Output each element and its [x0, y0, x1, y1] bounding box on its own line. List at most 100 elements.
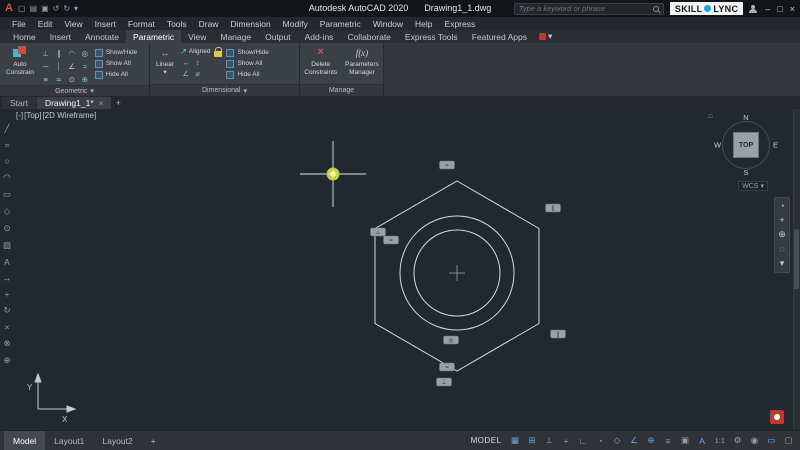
- constraint-badge[interactable]: =: [383, 235, 399, 245]
- viewcube-top-face[interactable]: TOP: [733, 132, 759, 158]
- redo-icon[interactable]: ↻: [63, 4, 70, 13]
- pan-icon[interactable]: +: [779, 215, 784, 225]
- drawing-tab[interactable]: Drawing1_1* ×: [36, 97, 112, 109]
- viewcube-north[interactable]: N: [743, 113, 748, 122]
- qat-dropdown-icon[interactable]: ▾: [74, 4, 78, 13]
- menu-dimension[interactable]: Dimension: [225, 17, 277, 30]
- constraint-collinear-icon[interactable]: ≡: [40, 73, 52, 85]
- zoom-icon[interactable]: ⊕: [778, 229, 786, 240]
- view-control[interactable]: [Top]: [24, 111, 41, 120]
- undo-icon[interactable]: ↺: [53, 4, 60, 13]
- scrollbar-thumb[interactable]: [794, 229, 799, 289]
- lineweight-icon[interactable]: ≡: [661, 434, 676, 448]
- object-snap-tracking-icon[interactable]: ∠: [627, 434, 642, 448]
- constraint-badge[interactable]: ∥: [550, 329, 566, 339]
- auto-constrain-button[interactable]: Auto Constrain: [4, 45, 36, 85]
- lock-icon[interactable]: [214, 47, 223, 57]
- graphics-performance-icon[interactable]: ▭: [764, 434, 779, 448]
- constraint-horizontal-icon[interactable]: ─: [40, 60, 52, 72]
- selection-cycling-icon[interactable]: ▣: [678, 434, 693, 448]
- ellipse-tool-icon[interactable]: ⊙: [3, 223, 10, 234]
- viewport-menu-control[interactable]: [-]: [16, 111, 23, 120]
- vertical-dim-icon[interactable]: ↕: [192, 58, 203, 68]
- help-search[interactable]: [513, 2, 664, 15]
- constraint-vertical-icon[interactable]: │: [53, 60, 65, 72]
- viewcube-home-icon[interactable]: ⌂: [708, 111, 713, 120]
- move-tool-icon[interactable]: +: [5, 289, 10, 299]
- vertical-scrollbar[interactable]: [793, 109, 800, 430]
- constraint-badge[interactable]: ⊥: [436, 377, 452, 387]
- dimensional-show-all-button[interactable]: Show All: [226, 59, 268, 68]
- geometric-panel-label[interactable]: Geometric ▾: [0, 85, 149, 96]
- search-input[interactable]: [518, 4, 650, 13]
- orbit-icon[interactable]: ◌: [779, 244, 784, 254]
- dimensional-panel-label[interactable]: Dimensional ▾: [150, 84, 299, 96]
- new-file-icon[interactable]: ▢: [18, 4, 26, 13]
- dimensional-show-hide-button[interactable]: Show/Hide: [226, 48, 269, 57]
- viewcube-east[interactable]: E: [773, 141, 778, 150]
- menu-format[interactable]: Format: [122, 17, 161, 30]
- open-file-icon[interactable]: ▤: [30, 4, 38, 13]
- tab-featured-apps[interactable]: Featured Apps: [465, 30, 534, 43]
- object-snap-icon[interactable]: ⊕: [644, 434, 659, 448]
- delete-constraints-button[interactable]: × Delete Constraints: [302, 45, 339, 84]
- constraint-badge[interactable]: ⊥: [370, 227, 386, 237]
- menu-draw[interactable]: Draw: [193, 17, 225, 30]
- constraint-badge[interactable]: =: [439, 160, 455, 170]
- tab-annotate[interactable]: Annotate: [78, 30, 126, 43]
- clean-screen-icon[interactable]: ▢: [781, 434, 796, 448]
- polar-tracking-icon[interactable]: ◔: [593, 434, 608, 448]
- viewcube-south[interactable]: S: [743, 168, 748, 177]
- hatch-tool-icon[interactable]: ▨: [3, 240, 11, 251]
- geometric-show-all-button[interactable]: Show All: [94, 59, 137, 68]
- close-button[interactable]: ×: [790, 4, 795, 14]
- geometric-hide-all-button[interactable]: Hide All: [94, 70, 137, 79]
- snap-mode-icon[interactable]: ⊞: [525, 434, 540, 448]
- circle-tool-icon[interactable]: ○: [4, 156, 9, 166]
- constraint-perpendicular-icon[interactable]: ⊥: [40, 47, 52, 59]
- constraint-badge[interactable]: =: [439, 362, 455, 372]
- line-tool-icon[interactable]: ╱: [4, 123, 9, 134]
- search-icon[interactable]: [652, 5, 659, 12]
- model-tab[interactable]: Model: [4, 431, 46, 450]
- dynamic-input-icon[interactable]: +: [559, 434, 574, 448]
- diameter-dim-icon[interactable]: ⌀: [192, 69, 203, 79]
- menu-window[interactable]: Window: [367, 17, 409, 30]
- maximize-button[interactable]: □: [777, 4, 782, 14]
- parameters-manager-button[interactable]: f(x) Parameters Manager: [343, 45, 381, 84]
- tab-parametric[interactable]: Parametric: [125, 30, 182, 43]
- constraint-coincident-icon[interactable]: ⊙: [66, 73, 78, 85]
- dimensional-hide-all-button[interactable]: Hide All: [226, 70, 268, 79]
- ortho-mode-icon[interactable]: ∟: [576, 434, 591, 448]
- zoom-tool-icon[interactable]: ⊕: [3, 355, 10, 366]
- menu-express[interactable]: Express: [439, 17, 482, 30]
- annotation-monitor-icon[interactable]: ◉: [747, 434, 762, 448]
- sign-in-icon[interactable]: [749, 4, 758, 13]
- constraint-symmetric-icon[interactable]: ∠: [66, 60, 78, 72]
- polygon-tool-icon[interactable]: ◇: [4, 206, 11, 217]
- horizontal-dim-icon[interactable]: ↔: [180, 58, 191, 68]
- rotate-tool-icon[interactable]: ↻: [3, 305, 10, 316]
- tab-manage[interactable]: Manage: [213, 30, 258, 43]
- drawing-area[interactable]: = ∥ ⊥ = ∥ ◎ = ⊥ Y X [-] [Top] [2D Wirefr…: [0, 109, 800, 430]
- model-space-label[interactable]: MODEL: [471, 436, 502, 445]
- manage-panel-label[interactable]: Manage: [300, 84, 383, 96]
- tab-collaborate[interactable]: Collaborate: [340, 30, 397, 43]
- tab-view[interactable]: View: [181, 30, 213, 43]
- constraint-equal-icon[interactable]: =: [79, 60, 91, 72]
- grid-icon[interactable]: ▦: [508, 434, 523, 448]
- constraint-concentric-icon[interactable]: ◎: [79, 47, 91, 59]
- annotation-visibility-icon[interactable]: A: [695, 434, 710, 448]
- add-layout-button[interactable]: +: [142, 431, 165, 450]
- autocad-logo[interactable]: A: [5, 3, 13, 14]
- text-tool-icon[interactable]: A: [4, 257, 10, 267]
- constraint-badge[interactable]: ∥: [545, 203, 561, 213]
- workspace-gear-icon[interactable]: ⚙: [730, 434, 745, 448]
- constraint-smooth-icon[interactable]: ≃: [53, 73, 65, 85]
- screen-recorder-icon[interactable]: [770, 410, 784, 424]
- rectangle-tool-icon[interactable]: ▭: [3, 189, 11, 200]
- dimension-tool-icon[interactable]: ↔: [3, 273, 12, 283]
- wcs-dropdown[interactable]: WCS ▾: [738, 181, 768, 191]
- menu-tools[interactable]: Tools: [161, 17, 193, 30]
- viewcube-west[interactable]: W: [714, 141, 721, 150]
